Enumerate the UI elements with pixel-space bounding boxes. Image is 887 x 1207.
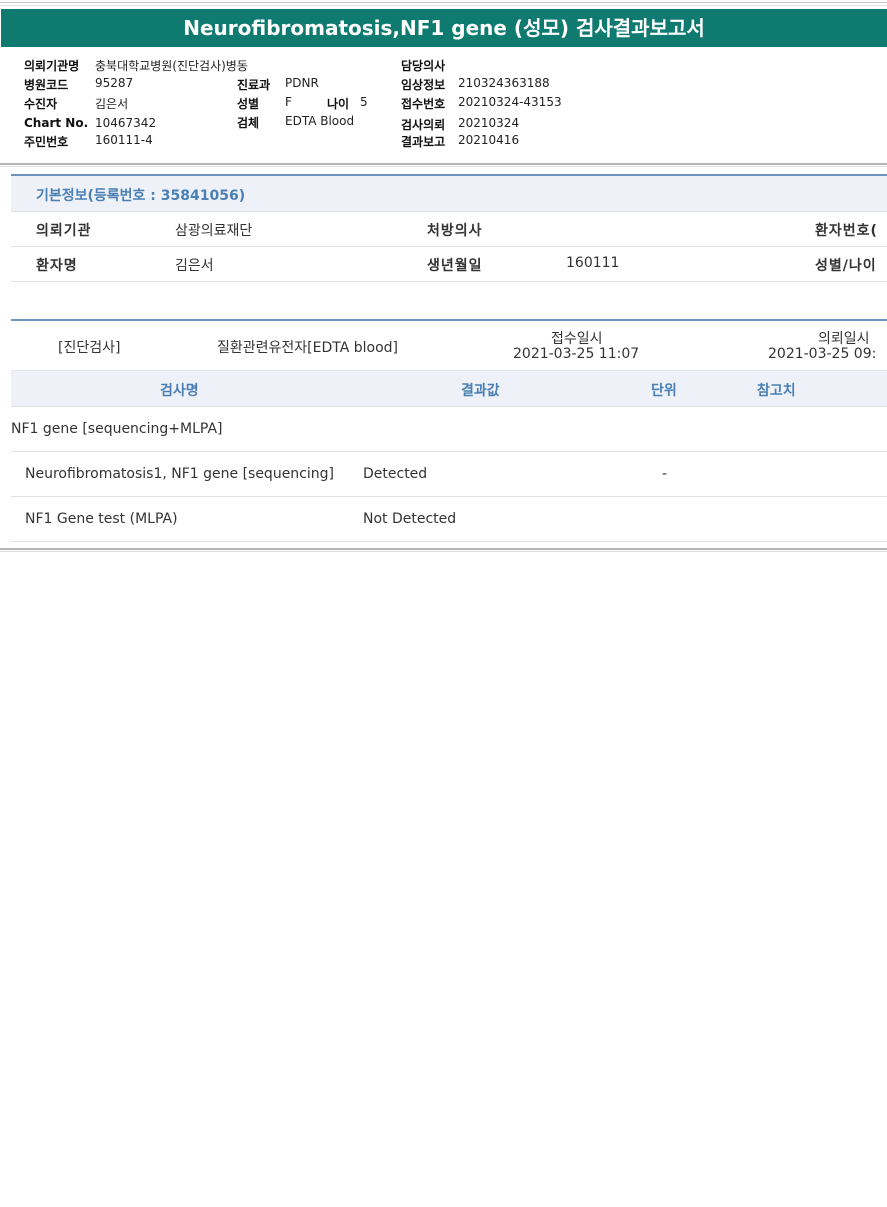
test-category: [진단검사]: [58, 340, 121, 356]
result-row-1-value: Detected: [363, 466, 428, 482]
test-info-top-border: [11, 319, 887, 321]
department-label: 진료과: [237, 78, 271, 92]
result-report-label: 결과보고: [401, 135, 446, 149]
patient-label: 수진자: [24, 97, 58, 111]
header-separator-light: [0, 166, 887, 167]
basic-info-divider: [11, 211, 887, 212]
result-row-1-name: Neurofibromatosis1, NF1 gene [sequencing…: [25, 466, 334, 482]
table-row-line: [11, 541, 887, 542]
basic-info-title: 기본정보(등록번호 : 35841056): [36, 188, 246, 204]
institution-value: 충북대학교병원(진단검사)병동: [95, 59, 248, 73]
requested-value: 2021-03-25 09:: [768, 346, 877, 362]
hospital-code-label: 병원코드: [24, 78, 69, 92]
header-separator: [0, 163, 887, 165]
chart-no-value: 10467342: [95, 116, 157, 130]
top-border: [0, 2, 887, 3]
chart-no-label: Chart No.: [24, 116, 89, 130]
clinical-info-value: 210324363188: [458, 76, 550, 90]
results-table-header: [11, 370, 887, 406]
col-header-reference: 참고치: [757, 383, 796, 399]
received-value: 2021-03-25 11:07: [513, 346, 640, 362]
requested-label: 의뢰일시: [818, 331, 870, 347]
col-header-result: 결과값: [461, 383, 500, 399]
col-header-test-name: 검사명: [160, 383, 199, 399]
sex-label: 성별: [237, 97, 260, 111]
hospital-code-value: 95287: [95, 76, 134, 90]
resident-no-label: 주민번호: [24, 135, 69, 149]
doctor-label: 담당의사: [401, 59, 446, 73]
basic-info-sex-age-label: 성별/나이: [815, 258, 877, 274]
bottom-separator-light: [0, 551, 887, 552]
result-row-1-unit: -: [662, 466, 668, 482]
results-header-top-line: [11, 370, 887, 371]
basic-info-row-line: [11, 281, 887, 282]
sex-value: F: [285, 95, 292, 109]
col-header-unit: 단위: [651, 383, 677, 399]
table-row-line: [11, 451, 887, 452]
received-label: 접수일시: [551, 331, 603, 347]
top-border-inner: [0, 5, 887, 6]
specimen-value: EDTA Blood: [285, 114, 355, 128]
patient-value: 김은서: [95, 97, 129, 111]
accession-no-value: 20210324-43153: [458, 95, 562, 109]
basic-info-row-line: [11, 246, 887, 247]
resident-no-value: 160111-4: [95, 133, 153, 147]
basic-info-birth-value: 160111: [566, 255, 620, 271]
department-value: PDNR: [285, 76, 319, 90]
basic-info-patient-label: 환자명: [36, 258, 78, 274]
bottom-separator: [0, 548, 887, 550]
result-row-2-name: NF1 Gene test (MLPA): [25, 511, 178, 527]
age-value: 5: [360, 95, 368, 109]
accession-no-label: 접수번호: [401, 97, 446, 111]
result-row-2-value: Not Detected: [363, 511, 457, 527]
report-title: Neurofibromatosis,NF1 gene (성모) 검사결과보고서: [1, 9, 887, 47]
institution-label: 의뢰기관명: [24, 59, 80, 73]
test-group-name: NF1 gene [sequencing+MLPA]: [11, 421, 223, 437]
basic-info-patient-value: 김은서: [175, 258, 214, 274]
basic-info-patient-no-label: 환자번호(: [815, 223, 878, 239]
clinical-info-label: 임상정보: [401, 78, 446, 92]
result-report-value: 20210416: [458, 133, 520, 147]
test-type: 질환관련유전자[EDTA blood]: [217, 340, 398, 356]
results-header-bottom-line: [11, 406, 887, 407]
specimen-label: 검체: [237, 116, 260, 130]
basic-info-institution-label: 의뢰기관: [36, 223, 92, 239]
test-request-label: 검사의뢰: [401, 118, 446, 132]
basic-info-institution-value: 삼광의료재단: [175, 223, 253, 239]
table-row-line: [11, 496, 887, 497]
basic-info-doctor-label: 처방의사: [427, 223, 483, 239]
basic-info-birth-label: 생년월일: [427, 258, 483, 274]
age-label: 나이: [327, 97, 350, 111]
test-request-value: 20210324: [458, 116, 520, 130]
